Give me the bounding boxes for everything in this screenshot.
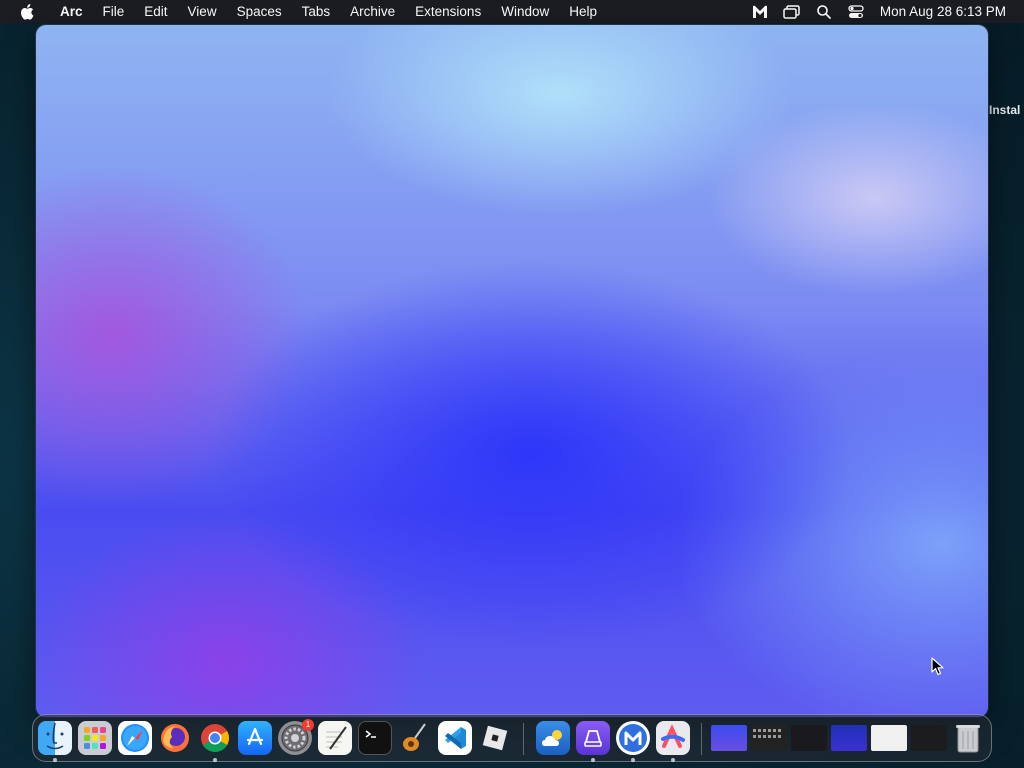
minimized-window-1[interactable] bbox=[711, 725, 747, 751]
finder-icon[interactable] bbox=[38, 721, 72, 755]
menu-bar-left: Arc File Edit View Spaces Tabs Archive E… bbox=[0, 0, 607, 23]
textedit-icon[interactable] bbox=[318, 721, 352, 755]
dock: 1 bbox=[32, 714, 992, 762]
garageband-icon[interactable] bbox=[398, 721, 432, 755]
safari-icon[interactable] bbox=[118, 721, 152, 755]
trash-icon[interactable] bbox=[951, 721, 985, 755]
finder-running-indicator bbox=[53, 758, 57, 762]
minimized-window-3[interactable] bbox=[791, 725, 827, 751]
app-store-icon[interactable] bbox=[238, 721, 272, 755]
control-center-icon[interactable] bbox=[847, 3, 865, 21]
menu-view[interactable]: View bbox=[178, 4, 227, 19]
menu-window[interactable]: Window bbox=[491, 4, 559, 19]
menu-app-name[interactable]: Arc bbox=[50, 4, 93, 19]
arc-browser-window[interactable] bbox=[36, 25, 988, 717]
dock-separator bbox=[701, 723, 702, 755]
settings-badge: 1 bbox=[302, 719, 314, 731]
firefox-icon[interactable] bbox=[158, 721, 192, 755]
terminal-icon[interactable] bbox=[358, 721, 392, 755]
menu-archive[interactable]: Archive bbox=[340, 4, 405, 19]
desktop-file-label[interactable]: Instal bbox=[989, 103, 1024, 117]
malwarebytes-icon[interactable] bbox=[751, 3, 769, 21]
dock-separator bbox=[523, 723, 524, 755]
menu-tabs[interactable]: Tabs bbox=[292, 4, 341, 19]
menu-file[interactable]: File bbox=[93, 4, 135, 19]
malwarebytes-icon[interactable] bbox=[616, 721, 650, 755]
menu-extensions[interactable]: Extensions bbox=[405, 4, 491, 19]
arc-browser-icon[interactable] bbox=[656, 721, 690, 755]
weather-icon[interactable] bbox=[536, 721, 570, 755]
apple-icon[interactable] bbox=[18, 3, 36, 20]
menu-help[interactable]: Help bbox=[559, 4, 607, 19]
arc-browser-running-indicator bbox=[671, 758, 675, 762]
menu-bar-clock[interactable]: Mon Aug 28 6:13 PM bbox=[880, 4, 1006, 19]
menu-bar: Arc File Edit View Spaces Tabs Archive E… bbox=[0, 0, 1024, 23]
roblox-icon[interactable] bbox=[478, 721, 512, 755]
menu-spaces[interactable]: Spaces bbox=[227, 4, 292, 19]
chrome-running-indicator bbox=[213, 758, 217, 762]
minimized-window-5[interactable] bbox=[871, 725, 907, 751]
minimized-window-6[interactable] bbox=[911, 725, 947, 751]
menu-bar-right: Mon Aug 28 6:13 PM bbox=[744, 0, 1024, 23]
arc-icon[interactable] bbox=[576, 721, 610, 755]
screen-mirroring-icon[interactable] bbox=[783, 3, 801, 21]
launchpad-icon[interactable] bbox=[78, 721, 112, 755]
minimized-window-4[interactable] bbox=[831, 725, 867, 751]
malwarebytes-running-indicator bbox=[631, 758, 635, 762]
spotlight-search-icon[interactable] bbox=[815, 3, 833, 21]
menu-edit[interactable]: Edit bbox=[134, 4, 177, 19]
vscode-icon[interactable] bbox=[438, 721, 472, 755]
mouse-cursor-icon bbox=[931, 657, 944, 676]
minimized-window-2[interactable] bbox=[751, 725, 787, 751]
arc-running-indicator bbox=[591, 758, 595, 762]
chrome-icon[interactable] bbox=[198, 721, 232, 755]
system-settings-icon[interactable]: 1 bbox=[278, 719, 314, 755]
